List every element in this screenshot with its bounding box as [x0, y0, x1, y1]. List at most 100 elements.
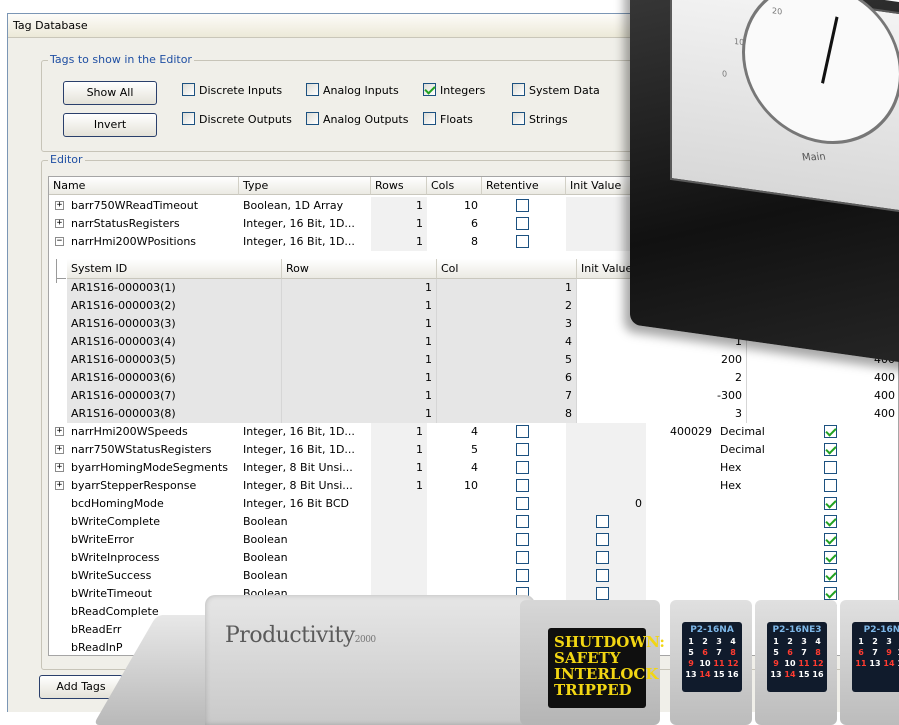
filter-checkbox[interactable]	[423, 83, 436, 96]
display-checkbox[interactable]	[824, 497, 837, 510]
tag-cols-cell: 6	[471, 217, 478, 230]
tag-name-cell: bWriteInprocess	[71, 551, 160, 564]
filter-option[interactable]: System Data	[512, 83, 600, 99]
tag-rows-cell	[371, 495, 427, 513]
tag-type-cell: Boolean	[243, 515, 288, 528]
display-checkbox[interactable]	[824, 425, 837, 438]
expand-icon[interactable]: +	[55, 219, 64, 228]
sub-col-system-id[interactable]: System ID	[67, 259, 282, 279]
tag-name-cell: bWriteError	[71, 533, 134, 546]
retentive-checkbox[interactable]	[516, 217, 529, 230]
format-cell	[720, 549, 800, 567]
display-checkbox[interactable]	[824, 461, 837, 474]
display-checkbox[interactable]	[824, 533, 837, 546]
col-header-type[interactable]: Type	[239, 177, 371, 195]
io-led-indicator: 6	[702, 648, 708, 657]
table-row[interactable]: + narr750WStatusRegisters Integer, 16 Bit,…	[49, 441, 898, 459]
filter-option-label: System Data	[529, 84, 600, 97]
filter-checkbox[interactable]	[182, 112, 195, 125]
tag-rows-cell: 1	[371, 459, 427, 477]
expand-icon[interactable]: +	[55, 481, 64, 490]
tag-name-cell: narrHmi200WPositions	[71, 235, 197, 248]
filter-option[interactable]: Floats	[423, 112, 473, 128]
col-header-retentive[interactable]: Retentive	[482, 177, 566, 195]
io-led-indicator: 5	[773, 648, 779, 657]
filter-option[interactable]: Discrete Outputs	[182, 112, 292, 128]
tag-name-cell: bWriteComplete	[71, 515, 161, 528]
tag-type-cell: Integer, 16 Bit, 1D...	[243, 443, 355, 456]
expand-icon[interactable]: +	[55, 427, 64, 436]
filter-option[interactable]: Analog Outputs	[306, 112, 408, 128]
io-led-indicator: 2	[702, 637, 708, 646]
col-header-rows[interactable]: Rows	[371, 177, 427, 195]
sub-col-cell: 4	[437, 333, 577, 351]
tag-rows-cell: 1	[371, 233, 427, 251]
filter-checkbox[interactable]	[423, 112, 436, 125]
sub-row-cell: 1	[282, 369, 437, 387]
filter-option[interactable]: Strings	[512, 112, 568, 128]
col-header-cols[interactable]: Cols	[427, 177, 482, 195]
init-value-text	[576, 459, 646, 477]
expand-icon[interactable]: +	[55, 201, 64, 210]
retentive-checkbox[interactable]	[516, 515, 529, 528]
retentive-checkbox[interactable]	[516, 443, 529, 456]
filter-checkbox[interactable]	[182, 83, 195, 96]
filter-option[interactable]: Discrete Inputs	[182, 83, 282, 99]
tag-cols-cell: 10	[464, 199, 478, 212]
filter-checkbox[interactable]	[512, 112, 525, 125]
format-cell: Hex	[720, 479, 742, 492]
tag-name-cell: narr750WStatusRegisters	[71, 443, 212, 456]
gauge-icon	[742, 0, 899, 155]
modbus-address-cell	[646, 549, 716, 567]
io-led-indicator: 4	[730, 637, 736, 646]
show-all-button[interactable]: Show All	[63, 81, 157, 105]
filter-option[interactable]: Analog Inputs	[306, 83, 399, 99]
col-header-name[interactable]: Name	[49, 177, 239, 195]
invert-button[interactable]: Invert	[63, 113, 157, 137]
tag-rows-cell	[371, 531, 427, 549]
tag-cols-cell	[427, 513, 482, 531]
table-row[interactable]: + byarrHomingModeSegments Integer, 8 Bit U…	[49, 459, 898, 477]
plc-cpu-module: SHUTDOWN: SAFETY INTERLOCK TRIPPED	[520, 600, 665, 725]
display-checkbox[interactable]	[824, 443, 837, 456]
io-led-indicator: 3	[886, 637, 892, 646]
filter-option[interactable]: Integers	[423, 83, 485, 99]
table-row[interactable]: bWriteInprocess Boolean	[49, 549, 898, 567]
filter-checkbox[interactable]	[306, 83, 319, 96]
filter-checkbox[interactable]	[512, 83, 525, 96]
modbus-address-cell	[646, 459, 716, 477]
io-led-indicator: 16	[727, 670, 739, 679]
table-row[interactable]: + byarrStepperResponse Integer, 8 Bit Unsi…	[49, 477, 898, 495]
retentive-checkbox[interactable]	[516, 425, 529, 438]
plc-brand-logo: Productivity2000	[225, 623, 376, 648]
retentive-checkbox[interactable]	[516, 199, 529, 212]
cpu-display-line: SAFETY	[554, 649, 621, 667]
retentive-checkbox[interactable]	[516, 479, 529, 492]
display-checkbox[interactable]	[824, 479, 837, 492]
io-led-indicator: 13	[869, 659, 881, 668]
system-id-cell: AR1S16-000003(8)	[67, 405, 282, 423]
sub-col-col[interactable]: Col	[437, 259, 577, 279]
retentive-checkbox[interactable]	[516, 235, 529, 248]
table-row[interactable]: bcdHomingMode Integer, 16 Bit BCD 0	[49, 495, 898, 513]
tag-rows-cell: 1	[371, 477, 427, 495]
retentive-checkbox[interactable]	[516, 533, 529, 546]
display-checkbox[interactable]	[824, 515, 837, 528]
sub-col-row[interactable]: Row	[282, 259, 437, 279]
table-row[interactable]: bWriteComplete Boolean	[49, 513, 898, 531]
retentive-checkbox[interactable]	[516, 551, 529, 564]
expand-icon[interactable]: +	[55, 445, 64, 454]
collapse-icon[interactable]: −	[55, 237, 64, 246]
retentive-checkbox[interactable]	[516, 461, 529, 474]
io-led-indicator: 13	[685, 670, 697, 679]
table-row[interactable]: + narrHmi200WSpeeds Integer, 16 Bit, 1D...…	[49, 423, 898, 441]
filter-checkbox[interactable]	[306, 112, 319, 125]
expand-icon[interactable]: +	[55, 463, 64, 472]
sub-init-cell: 3	[577, 405, 747, 423]
retentive-checkbox[interactable]	[516, 497, 529, 510]
table-row[interactable]: bWriteError Boolean	[49, 531, 898, 549]
sub-table-row[interactable]: AR1S16-000003(8) 1 8 3 400	[67, 405, 898, 423]
init-value-text	[576, 513, 646, 531]
display-checkbox[interactable]	[824, 551, 837, 564]
sub-col-cell: 3	[437, 315, 577, 333]
